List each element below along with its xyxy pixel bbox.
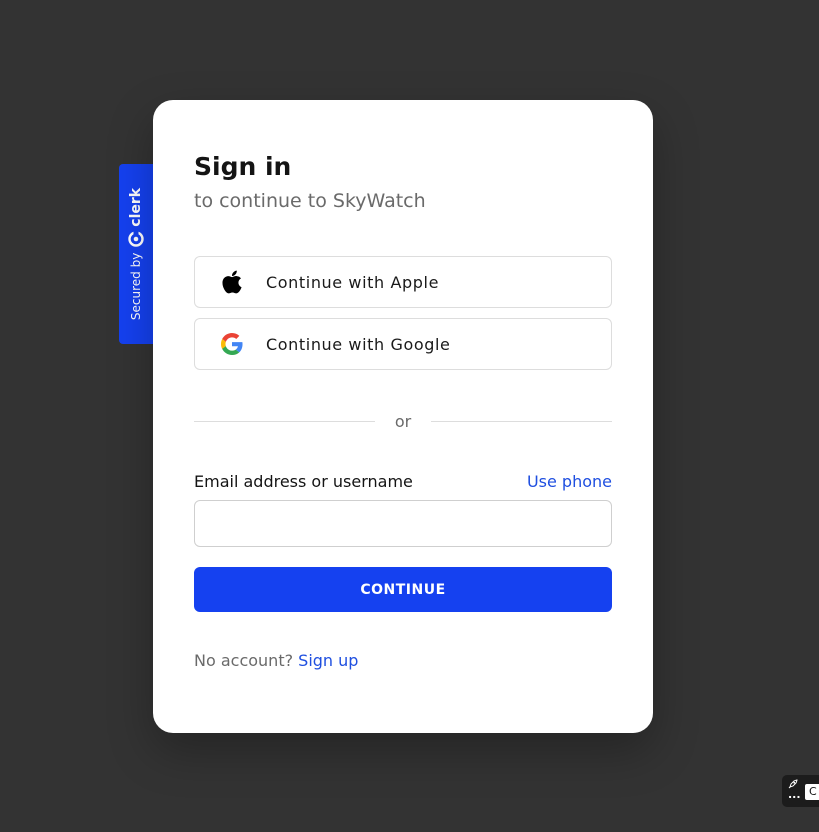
- divider-label: or: [394, 411, 412, 431]
- sign-up-link[interactable]: Sign up: [298, 651, 358, 670]
- google-icon: [220, 332, 244, 356]
- email-field-label: Email address or username: [194, 472, 413, 491]
- devtools-panel-toggle[interactable]: C: [805, 784, 819, 800]
- or-divider: or: [194, 410, 612, 432]
- devtools-widget[interactable]: ... C: [782, 775, 819, 807]
- continue-with-google-button[interactable]: Continue with Google: [194, 318, 612, 370]
- clerk-logo-icon: [128, 230, 144, 247]
- page-subtitle: to continue to SkyWatch: [194, 190, 426, 212]
- continue-with-google-label: Continue with Google: [266, 334, 451, 354]
- sign-in-card: Sign in to continue to SkyWatch Continue…: [153, 100, 653, 733]
- secured-by-label: Secured by: [129, 252, 143, 321]
- secured-by-clerk-badge[interactable]: Secured by clerk: [119, 164, 153, 344]
- divider-line-right: [431, 420, 612, 422]
- page-title: Sign in: [194, 152, 292, 181]
- use-phone-link[interactable]: Use phone: [527, 472, 612, 491]
- continue-with-apple-label: Continue with Apple: [266, 272, 440, 292]
- no-account-text: No account?: [194, 651, 294, 670]
- continue-with-apple-button[interactable]: Continue with Apple: [194, 256, 612, 308]
- continue-button[interactable]: CONTINUE: [194, 567, 612, 612]
- clerk-brand-label: clerk: [128, 187, 144, 227]
- devtools-menu-icon[interactable]: ...: [788, 789, 801, 800]
- sign-up-prompt: No account? Sign up: [194, 651, 358, 670]
- apple-icon: [220, 270, 244, 294]
- divider-line-left: [194, 420, 375, 422]
- email-field[interactable]: [194, 500, 612, 547]
- clerk-logo: clerk: [128, 188, 144, 247]
